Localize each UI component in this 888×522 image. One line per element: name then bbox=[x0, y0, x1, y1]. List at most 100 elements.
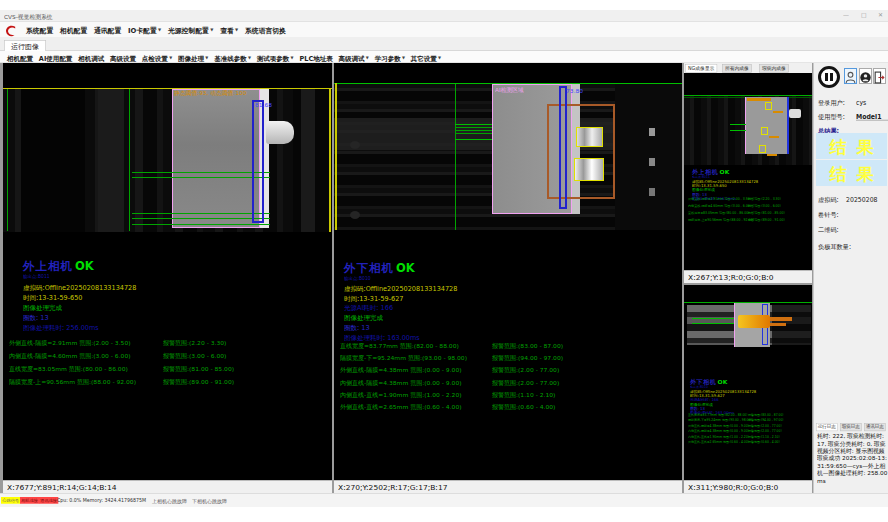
close-button[interactable]: ✕ bbox=[878, 12, 883, 19]
measurement-name: 内侧直线-直线=1.90mm 范围:(1.00 - 2.20) bbox=[688, 435, 749, 439]
measurement-alarm: 报警范围:(94.00 - 97.00) bbox=[748, 418, 784, 422]
toolbar: 相机配置 AI使用配置相机调试高级设置点检设置▼ 图像处理▼ 基准线参数▼ 测试项参数▼… bbox=[0, 51, 888, 63]
thumb1-camera-image[interactable] bbox=[684, 73, 812, 168]
camera-result-title: 外上相机OK bbox=[23, 259, 94, 274]
log-tab-1[interactable]: 瑕疵日志 bbox=[840, 423, 862, 431]
barcode-label: 虚拟码: bbox=[818, 196, 839, 205]
operator-button[interactable] bbox=[859, 68, 872, 84]
measurement-name: 外侧直线-隔膜=4.38mm 范围:(0.00 - 9.00) bbox=[688, 424, 749, 428]
lower-cam-status: 下相机心跳故障 bbox=[192, 498, 227, 505]
toolbar-item-5[interactable]: 图像处理▼ bbox=[178, 54, 208, 61]
overlay-yellow-box bbox=[576, 127, 603, 147]
camera-result-title: 外下相机OK bbox=[344, 261, 415, 276]
main-area: 静态阈值:93, 动态阈值:100 81.68 外上相机OK输出点:B011虚拟… bbox=[0, 63, 888, 493]
thumb1-tab-1[interactable]: 所有内成像 bbox=[722, 64, 752, 73]
thumb2-camera-image[interactable] bbox=[684, 285, 812, 363]
measurement-alarm: 报警范围:(2.20 - 3.30) bbox=[163, 339, 226, 347]
maximize-button[interactable]: □ bbox=[861, 12, 867, 19]
measurement-name: 内侧直线-隔膜=4.60mm 范围:(3.00 - 6.00) bbox=[9, 352, 131, 360]
toolbar-item-6[interactable]: 基准线参数▼ bbox=[214, 54, 251, 61]
control-panel: 登录用户: cys 使用型号: Model1 总结果: 结果 结果 虚拟码: 2… bbox=[813, 63, 888, 493]
result-display-2: 结果 bbox=[816, 160, 887, 186]
dropdown-arrow-icon: ▼ bbox=[291, 55, 294, 60]
left-coords-readout: X:7677;Y:891;R:14;G:14;B:14 bbox=[3, 480, 332, 493]
minimize-button[interactable]: — bbox=[843, 12, 849, 19]
menu-item-3[interactable]: IO卡配置▼ bbox=[128, 27, 161, 34]
overlay-yellow-box bbox=[574, 158, 604, 181]
model-select[interactable]: Model1 bbox=[856, 113, 888, 120]
measurement-name: 内侧直线-隔膜=4.60mm 范围:(3.00 - 6.00) bbox=[688, 204, 751, 208]
measurement-name: 外侧直线-隔膜=4.38mm 范围:(0.00 - 9.00) bbox=[340, 366, 462, 374]
dropdown-arrow-icon: ▼ bbox=[248, 55, 251, 60]
status-ok: OK bbox=[75, 259, 94, 273]
overlay-blue-roi bbox=[559, 86, 567, 209]
toolbar-item-7[interactable]: 测试项参数▼ bbox=[257, 54, 294, 61]
measurement-alarm: 报警范围:(2.20 - 3.30) bbox=[748, 197, 781, 201]
status-ok: OK bbox=[718, 379, 728, 386]
measurement-alarm: 报警范围:(83.00 - 87.00) bbox=[492, 342, 563, 350]
menu-item-6[interactable]: 系统语言切换 bbox=[245, 27, 286, 34]
camera-info-line: 图像处理耗时: 163.00ms bbox=[344, 333, 420, 342]
overlay-threshold-text: 静态阈值:93, 动态阈值:100 bbox=[174, 89, 246, 97]
dropdown-arrow-icon: ▼ bbox=[205, 55, 208, 60]
measurement-alarm: 报警范围:(0.60 - 4.00) bbox=[748, 440, 780, 444]
overlay-blue-roi bbox=[252, 100, 264, 223]
measurement-alarm: 报警范围:(0.60 - 4.00) bbox=[492, 403, 555, 411]
measurement-name: 直线宽度=83.05mm 范围:(80.00 - 86.00) bbox=[9, 365, 128, 373]
measurement-name: 隔膜宽度-下=95.24mm 范围:(93.00 - 98.00) bbox=[688, 418, 752, 422]
camera-info-line: 光源AI耗时: 166 bbox=[344, 303, 393, 312]
measurement-alarm: 报警范围:(2.00 - 77.00) bbox=[748, 424, 782, 428]
toolbar-item-4[interactable]: 点检设置▼ bbox=[142, 54, 172, 61]
measurement-name: 隔膜宽度-上=90.56mm 范围:(88.00 - 92.00) bbox=[9, 378, 136, 386]
left-camera-panel: 静态阈值:93, 动态阈值:100 81.68 外上相机OK输出点:B011虚拟… bbox=[3, 63, 332, 493]
camera-info-line: 图像处理完成 bbox=[344, 313, 383, 322]
log-tab-0[interactable]: 运行日志 bbox=[816, 423, 838, 431]
measurement-alarm: 报警范围:(83.00 - 87.00) bbox=[748, 413, 784, 417]
menu-bar: 系统配置相机配置通讯配置 IO卡配置▼ 光源控制配置▼ 查看▼ 系统语言切换 bbox=[0, 22, 888, 37]
model-label: 使用型号: bbox=[818, 113, 845, 122]
toolbar-item-2[interactable]: 相机调试 bbox=[78, 54, 104, 61]
toolbar-item-9[interactable]: 高级调试▼ bbox=[339, 54, 369, 61]
exit-button[interactable] bbox=[873, 68, 886, 84]
toolbar-item-1[interactable]: AI使用配置 bbox=[39, 54, 72, 61]
thumb1-tab-0[interactable]: NG成像显示 bbox=[685, 64, 717, 73]
status-ok: OK bbox=[720, 169, 730, 176]
camera-output-line: 输出点:B010 bbox=[344, 275, 371, 281]
menu-item-2[interactable]: 通讯配置 bbox=[94, 27, 121, 34]
measurement-alarm: 报警范围:(2.00 - 77.00) bbox=[492, 366, 559, 374]
user-button[interactable] bbox=[844, 68, 857, 84]
toolbar-item-3[interactable]: 高级设置 bbox=[110, 54, 136, 61]
overlay-blue-value: 73.80 bbox=[566, 88, 583, 95]
document-tab-bar: 运行图像 bbox=[0, 37, 888, 51]
toolbar-item-0[interactable]: 相机配置 bbox=[7, 54, 33, 61]
dropdown-arrow-icon: ▼ bbox=[158, 27, 161, 32]
measurement-name: 内侧直线-直线=1.90mm 范围:(1.00 - 2.20) bbox=[340, 391, 462, 399]
menu-item-1[interactable]: 相机配置 bbox=[60, 27, 87, 34]
measurement-name: 隔膜宽度-上=90.56mm 范围:(88.00 - 92.00) bbox=[688, 218, 754, 222]
dropdown-arrow-icon: ▼ bbox=[169, 55, 172, 60]
toolbar-item-8[interactable]: PLC地址表 bbox=[299, 54, 332, 61]
log-tab-2[interactable]: 通讯日志 bbox=[864, 423, 886, 431]
measurement-name: 直线宽度=83.77mm 范围:(82.00 - 88.00) bbox=[340, 342, 459, 350]
left-camera-image[interactable]: 静态阈值:93, 动态阈值:100 81.68 bbox=[3, 63, 332, 232]
thumb-panel-1: NG成像显示所有内成像瑕疵内成像 外上相机OK输出点:B011虚拟码:Offli… bbox=[684, 63, 812, 283]
pause-button[interactable] bbox=[818, 66, 840, 88]
camera-info-line: 图像处理完成 bbox=[23, 303, 62, 312]
menu-item-0[interactable]: 系统配置 bbox=[26, 27, 53, 34]
measurement-name: 外侧直线-隔膜=2.91mm 范围:(2.00 - 3.50) bbox=[688, 197, 751, 201]
thumb1-tab-2[interactable]: 瑕疵内成像 bbox=[759, 64, 789, 73]
status-bar: 心跳信号 相机连接 通讯连接 Cpu: 0.0% Memory: 3424.41… bbox=[0, 493, 888, 507]
pause-icon bbox=[830, 73, 833, 81]
overlay-pink-roi bbox=[172, 89, 260, 228]
measurement-alarm: 报警范围:(89.00 - 91.00) bbox=[748, 218, 785, 222]
dropdown-arrow-icon: ▼ bbox=[235, 27, 238, 32]
toolbar-item-10[interactable]: 学习参数▼ bbox=[375, 54, 405, 61]
measurement-name: 隔膜宽度-下=95.24mm 范围:(93.00 - 98.00) bbox=[340, 354, 467, 362]
status-ok: OK bbox=[396, 261, 415, 275]
right-camera-panel: AI检测区域 73.80 外下相机OK输出点:B010虚拟码:Offline20… bbox=[334, 63, 682, 493]
toolbar-item-11[interactable]: 其它设置▼ bbox=[411, 54, 441, 61]
menu-item-5[interactable]: 查看▼ bbox=[220, 27, 238, 34]
right-camera-image[interactable]: AI检测区域 73.80 bbox=[334, 63, 682, 230]
overlay-orange-roi bbox=[547, 104, 615, 199]
menu-item-4[interactable]: 光源控制配置▼ bbox=[168, 27, 213, 34]
